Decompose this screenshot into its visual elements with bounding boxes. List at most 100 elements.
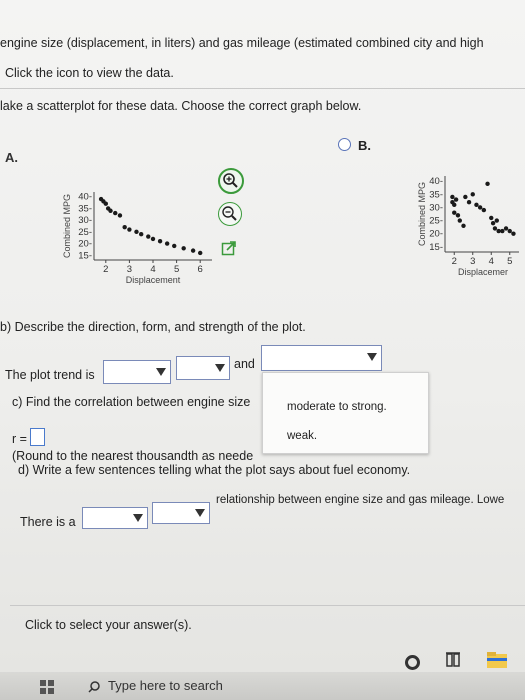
data-point bbox=[485, 181, 490, 187]
question-header-line1: engine size (displacement, in liters) an… bbox=[0, 36, 484, 50]
y-tick-label: 15- bbox=[429, 242, 443, 253]
y-tick-label: 20- bbox=[429, 229, 443, 240]
taskbar: Type here to search bbox=[0, 672, 525, 700]
data-point bbox=[164, 241, 170, 246]
data-point bbox=[452, 210, 457, 215]
data-point bbox=[500, 228, 505, 234]
relationship-strength-select[interactable] bbox=[152, 502, 210, 524]
x-tick-label: 2 bbox=[103, 264, 108, 275]
windows-start-icon[interactable] bbox=[40, 680, 54, 694]
y-tick-label: 25- bbox=[78, 227, 92, 238]
x-tick-label: 4 bbox=[150, 264, 155, 275]
option-b-label[interactable]: B. bbox=[358, 138, 371, 153]
data-point bbox=[507, 228, 512, 234]
data-point bbox=[113, 210, 118, 216]
data-point bbox=[181, 246, 186, 251]
correlation-input[interactable] bbox=[30, 428, 45, 446]
y-tick-label: 30- bbox=[429, 202, 443, 213]
part-a-prompt: lake a scatterplot for these data. Choos… bbox=[0, 99, 362, 113]
x-axis-label: Displacemer bbox=[458, 267, 508, 277]
circle-icon[interactable] bbox=[405, 655, 420, 670]
y-tick-label: 35- bbox=[429, 189, 443, 200]
dropdown-option-weak[interactable]: weak. bbox=[287, 430, 317, 442]
x-tick-label: 6 bbox=[198, 264, 203, 275]
data-point bbox=[466, 200, 472, 205]
search-icon[interactable] bbox=[88, 680, 100, 693]
data-point bbox=[122, 224, 127, 230]
part-c-prompt: c) Find the correlation between engine s… bbox=[12, 395, 251, 409]
chevron-down-icon bbox=[367, 353, 377, 361]
y-tick-label: 35- bbox=[78, 203, 92, 214]
data-point bbox=[503, 226, 509, 231]
click-to-select-note: Click to select your answer(s). bbox=[25, 618, 192, 632]
data-point bbox=[481, 207, 487, 213]
x-tick-label: 3 bbox=[127, 264, 132, 275]
y-tick-label: 40- bbox=[429, 176, 443, 187]
open-in-new-window-icon[interactable] bbox=[221, 240, 237, 256]
data-point bbox=[474, 202, 479, 208]
data-point bbox=[103, 201, 108, 206]
data-point bbox=[127, 227, 132, 232]
relationship-direction-select[interactable] bbox=[82, 507, 148, 529]
part-b-prompt: b) Describe the direction, form, and str… bbox=[0, 320, 306, 334]
task-view-icon[interactable] bbox=[446, 652, 460, 668]
there-is-label: There is a bbox=[20, 515, 76, 529]
zoom-out-icon[interactable] bbox=[218, 202, 242, 226]
data-point bbox=[146, 234, 151, 239]
option-b-radio[interactable] bbox=[338, 138, 351, 151]
data-point bbox=[463, 194, 468, 200]
y-tick-label: 15- bbox=[78, 250, 92, 261]
y-tick-label: 30- bbox=[78, 215, 92, 226]
option-a-label[interactable]: A. bbox=[5, 150, 18, 165]
data-point bbox=[157, 239, 163, 244]
trend-strength-select[interactable] bbox=[261, 345, 382, 371]
trend-form-select[interactable] bbox=[176, 356, 230, 380]
data-point bbox=[490, 220, 496, 226]
chevron-down-icon bbox=[156, 368, 166, 376]
zoom-in-icon[interactable] bbox=[218, 168, 244, 194]
data-point bbox=[190, 248, 196, 253]
x-tick-label: 4 bbox=[489, 256, 494, 267]
data-point bbox=[117, 213, 123, 218]
x-tick-label: 2 bbox=[452, 256, 457, 267]
data-point bbox=[108, 208, 113, 213]
data-point bbox=[150, 236, 156, 242]
file-explorer-icon[interactable] bbox=[487, 650, 507, 668]
y-tick-label: 25- bbox=[429, 216, 443, 227]
data-point bbox=[477, 205, 483, 210]
data-point bbox=[453, 197, 459, 202]
footer-divider bbox=[10, 605, 525, 606]
y-tick-label: 20- bbox=[78, 239, 92, 250]
divider bbox=[0, 88, 525, 89]
data-point bbox=[494, 218, 499, 223]
x-tick-label: 5 bbox=[507, 256, 512, 267]
chevron-down-icon bbox=[133, 514, 143, 522]
part-d-prompt: d) Write a few sentences telling what th… bbox=[18, 463, 411, 477]
data-point bbox=[489, 215, 494, 221]
trend-direction-select[interactable] bbox=[103, 360, 171, 384]
x-tick-label: 3 bbox=[470, 256, 475, 267]
dropdown-option-moderate-to-strong[interactable]: moderate to strong. bbox=[287, 401, 387, 413]
data-point bbox=[139, 232, 144, 237]
trend-label: The plot trend is bbox=[5, 368, 95, 382]
taskbar-search-input[interactable]: Type here to search bbox=[108, 678, 223, 693]
rounding-note: (Round to the nearest thousandth as need… bbox=[12, 449, 254, 463]
r-label: r = bbox=[12, 432, 27, 446]
data-point bbox=[172, 243, 177, 249]
chevron-down-icon bbox=[195, 509, 205, 517]
data-point bbox=[457, 218, 462, 223]
data-point bbox=[134, 229, 139, 235]
chevron-down-icon bbox=[215, 364, 225, 372]
strength-dropdown-menu: moderate to strong. weak. bbox=[262, 372, 429, 454]
data-point bbox=[198, 250, 203, 256]
scatterplot-b: Combined MPG40- 35- 30- 25- 20- 15- 2 3 4 5Displa… bbox=[417, 176, 519, 277]
data-point bbox=[461, 223, 466, 228]
y-tick-label: 40- bbox=[78, 192, 92, 203]
data-point bbox=[470, 192, 475, 197]
and-label: and bbox=[234, 357, 255, 371]
data-point bbox=[492, 226, 498, 231]
relationship-text: relationship between engine size and gas… bbox=[216, 494, 505, 506]
data-point bbox=[452, 202, 457, 208]
data-point bbox=[455, 213, 461, 218]
x-tick-label: 5 bbox=[174, 264, 179, 275]
